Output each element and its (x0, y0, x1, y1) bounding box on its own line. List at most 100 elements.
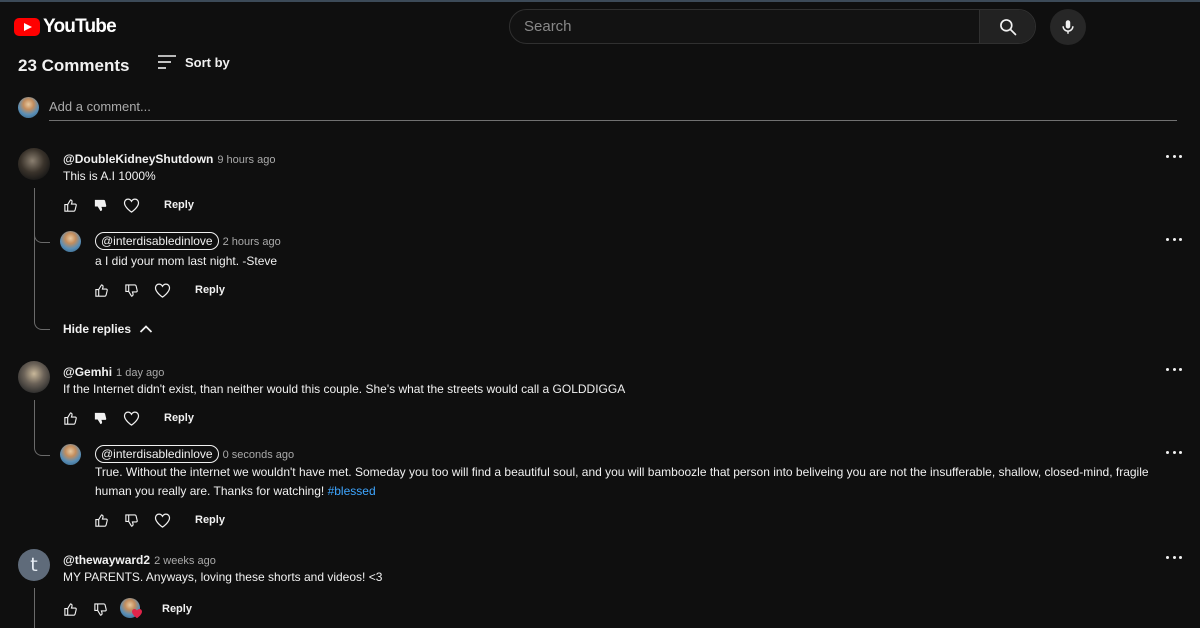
reply-actions: Reply (93, 512, 225, 528)
like-button[interactable] (62, 601, 78, 617)
reply-text-body: True. Without the internet we wouldn't h… (95, 465, 1149, 498)
search-input[interactable] (510, 10, 979, 43)
thumbs-up-icon (63, 198, 77, 212)
comment-time[interactable]: 9 hours ago (217, 154, 275, 166)
comment-header: @thewayward2 2 weeks ago (63, 551, 216, 569)
thread-connector (34, 188, 35, 318)
avatar[interactable] (60, 444, 81, 465)
heart-icon (123, 411, 139, 426)
more-options-button[interactable] (1166, 449, 1182, 455)
comment-author[interactable]: @Gemhi (63, 365, 112, 379)
reply-button[interactable]: Reply (195, 284, 225, 296)
like-button[interactable] (93, 512, 109, 528)
comment-actions: Reply (62, 410, 194, 426)
search-bar (509, 9, 1036, 44)
like-button[interactable] (62, 197, 78, 213)
avatar[interactable]: t (18, 549, 50, 581)
comment-actions: Reply (62, 197, 194, 213)
heart-icon (154, 513, 170, 528)
window-top-border (0, 0, 1200, 2)
comment-count: 23 Comments (18, 56, 130, 75)
sort-icon (158, 55, 176, 69)
reply-header: @interdisabledinlove 0 seconds ago (95, 445, 294, 463)
more-options-button[interactable] (1166, 153, 1182, 159)
youtube-play-icon (14, 18, 40, 36)
reply-button[interactable]: Reply (164, 412, 194, 424)
more-options-button[interactable] (1166, 236, 1182, 242)
thread-connector (34, 400, 35, 440)
like-button[interactable] (62, 410, 78, 426)
chevron-up-icon (139, 325, 153, 333)
thumbs-down-icon (124, 513, 138, 527)
reply-actions: Reply (93, 282, 225, 298)
comment-text: MY PARENTS. Anyways, loving these shorts… (63, 570, 383, 584)
sort-label: Sort by (185, 54, 230, 70)
reply-text: True. Without the internet we wouldn't h… (95, 463, 1165, 501)
heart-button[interactable] (153, 282, 171, 298)
reply-text: a I did your mom last night. -Steve (95, 254, 278, 268)
thumbs-down-icon (94, 412, 106, 424)
reply-button[interactable]: Reply (162, 603, 192, 615)
reply-time[interactable]: 2 hours ago (223, 236, 281, 248)
comment-text: This is A.I 1000% (63, 169, 156, 183)
thumbs-up-icon (94, 513, 108, 527)
like-button[interactable] (93, 282, 109, 298)
thumbs-down-icon (93, 602, 107, 616)
reply-connector (34, 438, 50, 456)
thumbs-up-icon (63, 411, 77, 425)
thumbs-up-icon (94, 283, 108, 297)
reply-connector (34, 225, 50, 243)
search-icon (999, 18, 1016, 35)
hide-replies-button[interactable]: Hide replies (63, 322, 153, 336)
comment-author[interactable]: @DoubleKidneyShutdown (63, 152, 213, 166)
dislike-button[interactable] (92, 410, 108, 426)
comment-actions: Reply (62, 598, 192, 620)
comment-time[interactable]: 1 day ago (116, 367, 164, 379)
reply-author[interactable]: @interdisabledinlove (95, 445, 219, 463)
logo-text: YouTube (43, 16, 117, 37)
avatar[interactable] (18, 361, 50, 393)
more-vert-icon (1166, 154, 1169, 158)
hide-replies-label: Hide replies (63, 322, 132, 336)
more-vert-icon (1166, 367, 1169, 371)
more-options-button[interactable] (1166, 554, 1182, 560)
heart-icon (154, 283, 170, 298)
avatar[interactable] (60, 231, 81, 252)
avatar[interactable] (18, 148, 50, 180)
dislike-button[interactable] (123, 512, 139, 528)
reply-button[interactable]: Reply (164, 199, 194, 211)
heart-button[interactable] (122, 197, 140, 213)
dislike-button[interactable] (92, 197, 108, 213)
reply-author[interactable]: @interdisabledinlove (95, 232, 219, 250)
hashtag-link[interactable]: #blessed (328, 484, 376, 498)
comment-author[interactable]: @thewayward2 (63, 553, 150, 567)
sort-by-button[interactable]: Sort by (158, 54, 230, 70)
current-user-avatar (18, 97, 39, 118)
mic-icon (1062, 20, 1074, 34)
add-comment-input[interactable]: Add a comment... (49, 99, 1177, 121)
reply-header: @interdisabledinlove 2 hours ago (95, 232, 281, 250)
comment-header: @Gemhi 1 day ago (63, 363, 164, 381)
creator-heart-badge[interactable] (120, 598, 144, 620)
heart-icon (123, 198, 139, 213)
youtube-logo[interactable]: YouTube (14, 16, 117, 38)
comment-time[interactable]: 2 weeks ago (154, 555, 216, 567)
thumbs-down-icon (94, 199, 106, 211)
thumbs-down-icon (124, 283, 138, 297)
hide-replies-connector (34, 312, 50, 330)
dislike-button[interactable] (123, 282, 139, 298)
more-options-button[interactable] (1166, 366, 1182, 372)
voice-search-button[interactable] (1050, 9, 1086, 45)
heart-button[interactable] (153, 512, 171, 528)
reply-button[interactable]: Reply (195, 514, 225, 526)
more-vert-icon (1166, 450, 1169, 454)
search-button[interactable] (979, 10, 1035, 43)
heart-button[interactable] (122, 410, 140, 426)
more-vert-icon (1166, 237, 1169, 241)
thumbs-up-icon (63, 602, 77, 616)
comment-header: @DoubleKidneyShutdown 9 hours ago (63, 150, 275, 168)
more-vert-icon (1166, 555, 1169, 559)
heart-icon (132, 608, 142, 619)
reply-time[interactable]: 0 seconds ago (223, 449, 295, 461)
dislike-button[interactable] (92, 601, 108, 617)
